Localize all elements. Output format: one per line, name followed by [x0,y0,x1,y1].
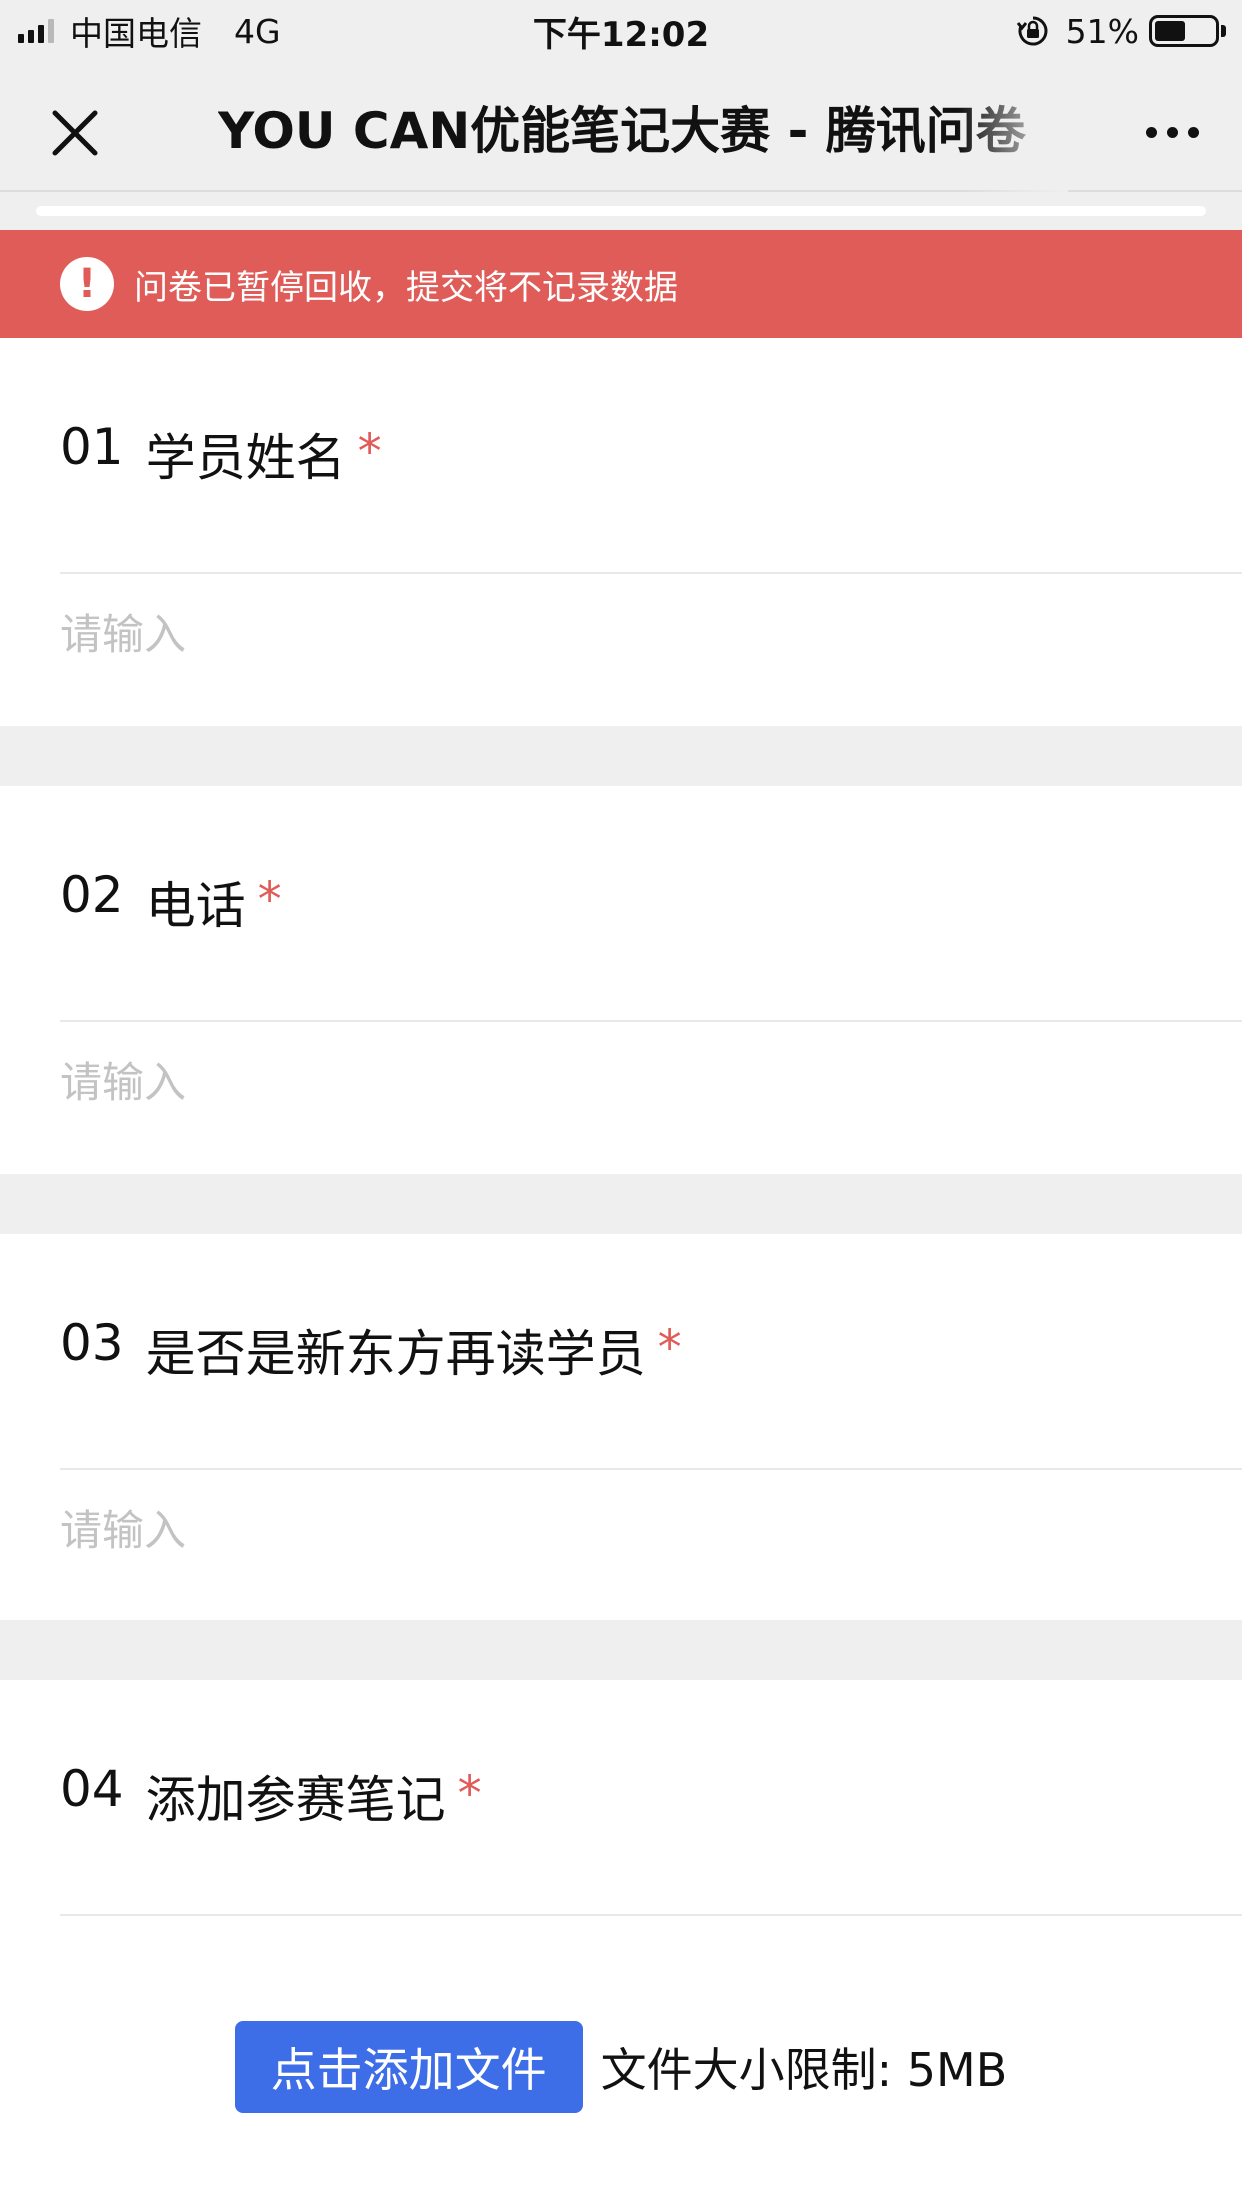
more-dot-icon [1166,126,1178,138]
required-mark: * [257,872,282,928]
progress-strip [0,192,1242,230]
paused-warning-banner: ! 问卷已暂停回收，提交将不记录数据 [0,230,1242,338]
question-number: 02 [60,866,124,924]
title-fade [958,62,1068,192]
question-number: 04 [60,1760,124,1818]
add-file-button[interactable]: 点击添加文件 [234,2021,583,2113]
close-button[interactable] [40,98,110,168]
question-card: 03 是否是新东方再读学员 * [0,1234,1242,1620]
upload-row: 点击添加文件 文件大小限制: 5MB [0,2020,1242,2114]
close-icon [52,110,98,156]
battery-percent: 51% [1065,11,1139,51]
question-title: 04 添加参赛笔记 * [60,1760,482,1832]
question-card: 01 学员姓名 * [0,338,1242,726]
status-bar: 中国电信 4G 下午12:02 51% [0,0,1242,62]
student-name-input[interactable] [60,574,1210,694]
question-label: 添加参赛笔记 [145,1771,446,1829]
more-dot-icon [1145,126,1157,138]
exclamation-icon: ! [60,257,114,311]
question-card: 02 电话 * [0,786,1242,1174]
question-number: 01 [60,418,124,476]
file-size-limit: 文件大小限制: 5MB [600,2043,1008,2097]
battery-icon [1149,15,1219,47]
question-label: 电话 [145,877,246,935]
section-gap [0,1620,1242,1680]
page-title: YOU CAN优能笔记大赛 - 腾讯问卷 [218,62,1068,192]
phone-input[interactable] [60,1022,1210,1142]
question-label: 学员姓名 [145,429,346,487]
required-mark: * [457,1766,482,1822]
question-number: 03 [60,1314,124,1372]
question-title: 03 是否是新东方再读学员 * [60,1314,682,1386]
required-mark: * [657,1320,682,1376]
page-title-text: YOU CAN优能笔记大赛 - 腾讯问卷 [218,102,1026,160]
banner-text: 问卷已暂停回收，提交将不记录数据 [134,267,678,308]
section-gap [0,726,1242,786]
question-card: 04 添加参赛笔记 * [0,1680,1242,2208]
question-label: 是否是新东方再读学员 [145,1325,646,1383]
battery-fill [1155,21,1185,41]
more-options-button[interactable] [1132,102,1212,162]
section-gap [0,1174,1242,1234]
status-right: 51% [1016,0,1226,62]
divider [60,1914,1242,1916]
returning-student-input[interactable] [60,1470,1210,1590]
more-dot-icon [1187,126,1199,138]
required-mark: * [357,424,382,480]
nav-bar: YOU CAN优能笔记大赛 - 腾讯问卷 [0,62,1242,192]
question-title: 02 电话 * [60,866,282,938]
loading-progress-bar [36,206,1206,216]
battery-cap [1221,25,1226,37]
question-title: 01 学员姓名 * [60,418,382,490]
rotation-lock-icon [1016,16,1048,46]
